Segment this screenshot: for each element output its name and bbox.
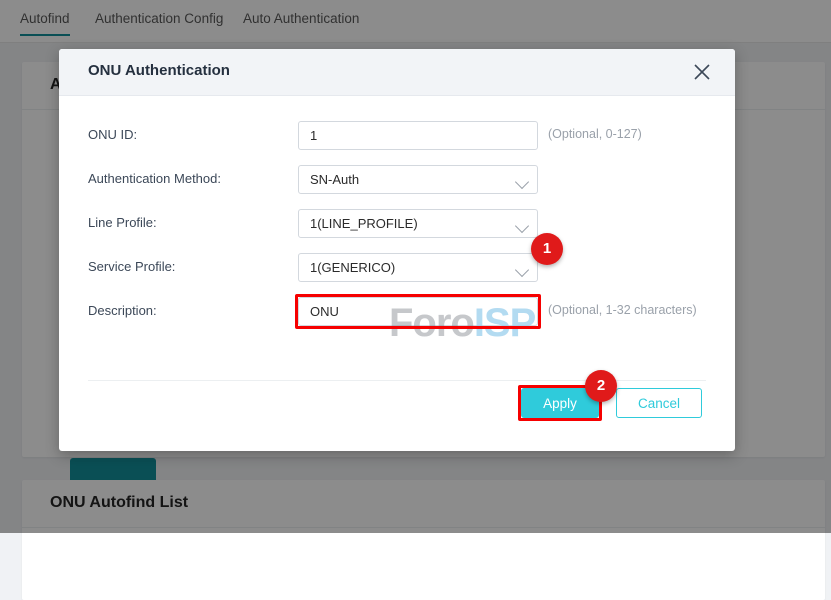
service-profile-select[interactable]: 1(GENERICO) bbox=[298, 253, 538, 282]
authentication-method-select[interactable]: SN-Auth bbox=[298, 165, 538, 194]
service-profile-value: 1(GENERICO) bbox=[310, 260, 396, 275]
chevron-down-icon bbox=[514, 218, 530, 234]
cancel-button[interactable]: Cancel bbox=[616, 388, 702, 418]
service-profile-label: Service Profile: bbox=[88, 259, 176, 274]
line-profile-label: Line Profile: bbox=[88, 215, 157, 230]
form-row-service-profile: Service Profile: 1(GENERICO) bbox=[59, 253, 735, 283]
authentication-method-label: Authentication Method: bbox=[88, 171, 221, 186]
dialog-header: ONU Authentication bbox=[59, 49, 735, 96]
chevron-down-icon bbox=[514, 174, 530, 190]
annotation-badge-2: 2 bbox=[585, 370, 617, 402]
form-row-line-profile: Line Profile: 1(LINE_PROFILE) bbox=[59, 209, 735, 239]
authentication-method-value: SN-Auth bbox=[310, 172, 360, 187]
form-row-onu-id: ONU ID: 1 (Optional, 0-127) bbox=[59, 121, 735, 151]
highlight-service-profile bbox=[295, 294, 541, 329]
description-hint: (Optional, 1-32 characters) bbox=[548, 303, 697, 317]
description-label: Description: bbox=[88, 303, 157, 318]
onu-authentication-dialog: ONU Authentication ONU ID: 1 (Optional, … bbox=[59, 49, 735, 451]
onu-id-input[interactable]: 1 bbox=[298, 121, 538, 150]
onu-id-hint: (Optional, 0-127) bbox=[548, 127, 642, 141]
line-profile-value: 1(LINE_PROFILE) bbox=[310, 216, 418, 231]
annotation-badge-1: 1 bbox=[531, 233, 563, 265]
close-icon[interactable] bbox=[691, 61, 713, 83]
onu-id-value: 1 bbox=[310, 128, 318, 143]
dialog-title: ONU Authentication bbox=[88, 62, 230, 79]
onu-id-label: ONU ID: bbox=[88, 127, 138, 142]
form-row-authentication-method: Authentication Method: SN-Auth bbox=[59, 165, 735, 195]
chevron-down-icon bbox=[514, 262, 530, 278]
line-profile-select[interactable]: 1(LINE_PROFILE) bbox=[298, 209, 538, 238]
